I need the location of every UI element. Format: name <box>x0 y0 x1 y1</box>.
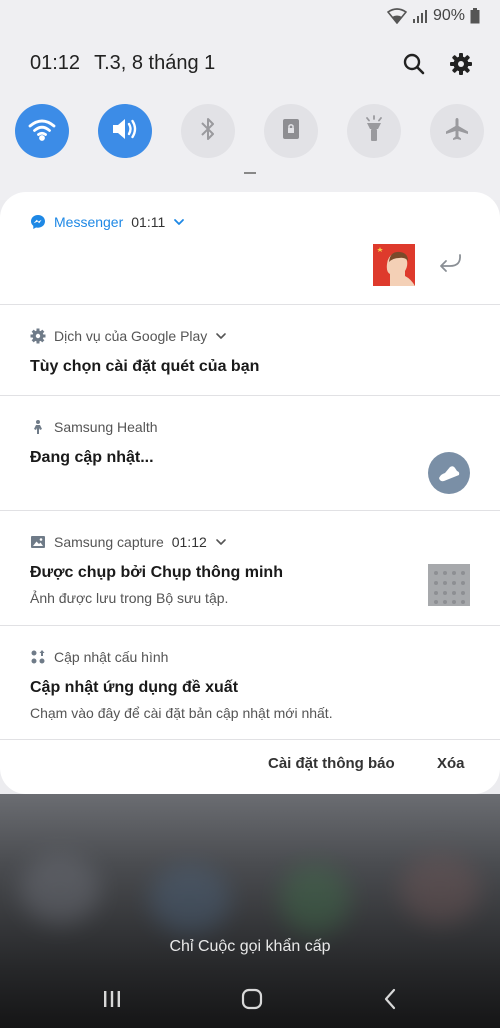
messenger-icon <box>30 214 46 230</box>
panel-handle[interactable] <box>244 172 256 174</box>
notification-time: 01:11 <box>131 214 166 230</box>
quick-settings-row <box>0 104 500 158</box>
notification-title: Được chụp bởi Chụp thông minh <box>30 564 283 581</box>
notification-actions: Cài đặt thông báo Xóa <box>0 740 500 790</box>
back-icon[interactable] <box>376 984 406 1014</box>
image-icon <box>30 534 46 550</box>
chevron-down-icon[interactable] <box>215 536 227 548</box>
notification-samsung-capture[interactable]: Samsung capture 01:12 Được chụp bởi Chụp… <box>0 511 500 626</box>
status-bar: 90% <box>386 6 480 26</box>
bluetooth-icon <box>198 116 218 147</box>
notification-settings-button[interactable]: Cài đặt thông báo <box>268 755 395 772</box>
screenshot-thumbnail <box>428 564 470 606</box>
emergency-call-only[interactable]: Chỉ Cuộc gọi khẩn cấp <box>0 938 500 956</box>
app-name: Dịch vụ của Google Play <box>54 328 208 344</box>
reply-icon[interactable] <box>438 252 464 274</box>
signal-icon <box>412 9 428 23</box>
samsung-health-icon <box>30 419 46 435</box>
volume-icon <box>110 116 140 147</box>
notification-config-update[interactable]: Cập nhật cấu hình Cập nhật ứng dụng đề x… <box>0 626 500 740</box>
sound-toggle[interactable] <box>98 104 152 158</box>
blurred-app-icon <box>150 864 230 934</box>
date-label: T.3, 8 tháng 1 <box>94 52 216 74</box>
shoe-icon <box>428 452 470 494</box>
recents-icon[interactable] <box>97 984 127 1014</box>
rotation-toggle[interactable] <box>264 104 318 158</box>
battery-percent: 90% <box>432 7 465 24</box>
clock-time: 01:12 <box>30 52 81 74</box>
airplane-icon <box>444 116 470 147</box>
app-name: Samsung capture <box>54 534 164 550</box>
blurred-app-icon <box>400 854 480 924</box>
notification-header: Samsung capture 01:12 <box>30 534 227 550</box>
wifi-status-icon <box>386 8 407 24</box>
battery-icon <box>470 8 480 24</box>
avatar <box>373 244 415 286</box>
blurred-app-icon <box>20 854 100 924</box>
search-icon[interactable] <box>400 50 428 78</box>
chevron-down-icon[interactable] <box>215 330 227 342</box>
notification-title: Cập nhật ứng dụng đề xuất <box>30 679 239 696</box>
chevron-down-icon[interactable] <box>173 216 185 228</box>
app-name: Messenger <box>54 214 124 230</box>
wifi-icon <box>27 117 57 146</box>
flashlight-icon <box>362 114 386 148</box>
flashlight-toggle[interactable] <box>347 104 401 158</box>
home-icon[interactable] <box>237 984 267 1014</box>
notification-body: Chạm vào đây để cài đặt bản cập nhật mới… <box>30 705 333 721</box>
notification-title: Đang cập nhật... <box>30 449 154 466</box>
notification-samsung-health[interactable]: Samsung Health Đang cập nhật... <box>0 396 500 511</box>
airplane-toggle[interactable] <box>430 104 484 158</box>
bluetooth-toggle[interactable] <box>181 104 235 158</box>
blurred-app-icon <box>280 864 350 934</box>
navigation-bar <box>0 970 500 1028</box>
notification-header: Cập nhật cấu hình <box>30 649 168 665</box>
notification-time: 01:12 <box>171 534 207 550</box>
app-name: Samsung Health <box>54 419 158 435</box>
screen-rotation-icon <box>281 117 301 146</box>
notification-body: Ảnh được lưu trong Bộ sưu tập. <box>30 590 229 606</box>
notification-title: Tùy chọn cài đặt quét của bạn <box>30 358 260 375</box>
notification-header: Samsung Health <box>30 419 158 435</box>
google-play-services-icon <box>30 328 46 344</box>
clear-button[interactable]: Xóa <box>437 755 465 772</box>
notification-card: Messenger 01:11 Dịch vụ của Google Play <box>0 192 500 794</box>
notification-header: Dịch vụ của Google Play <box>30 328 227 344</box>
app-name: Cập nhật cấu hình <box>54 649 169 665</box>
wifi-toggle[interactable] <box>15 104 69 158</box>
notification-messenger[interactable]: Messenger 01:11 <box>0 192 500 305</box>
config-update-icon <box>30 649 46 665</box>
notification-header: Messenger 01:11 <box>30 214 185 230</box>
notification-google-play[interactable]: Dịch vụ của Google Play Tùy chọn cài đặt… <box>0 305 500 396</box>
date-time: 01:12 T.3, 8 tháng 1 <box>30 52 215 75</box>
quick-panel: 90% 01:12 T.3, 8 tháng 1 <box>0 0 500 200</box>
gear-icon[interactable] <box>447 50 475 78</box>
